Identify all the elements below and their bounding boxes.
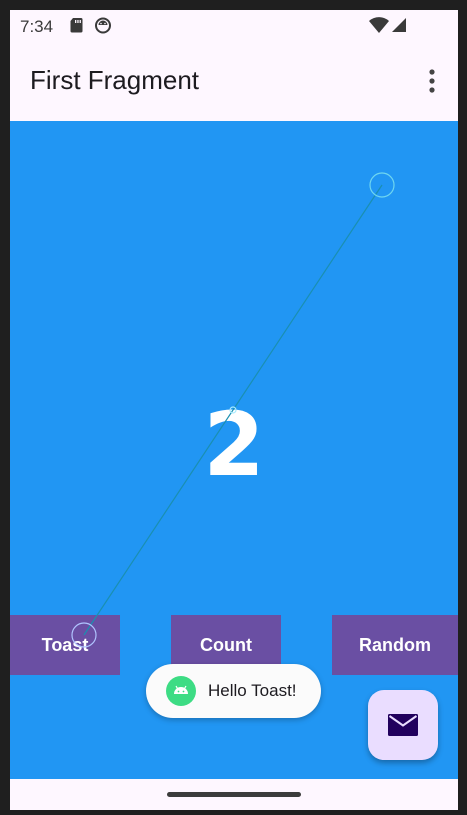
toast-message: Hello Toast!	[208, 681, 297, 700]
wifi-icon	[368, 16, 390, 34]
status-time: 7:34	[20, 17, 54, 36]
fragment-content: 2 Toast Count Random Hello Toast!	[10, 121, 458, 779]
random-button[interactable]: Random	[332, 615, 458, 675]
cellular-signal-icon	[390, 16, 408, 34]
toast-button[interactable]: Toast	[10, 615, 120, 675]
count-display: 2	[203, 393, 265, 496]
app-bar: First Fragment	[10, 43, 458, 121]
gesture-handle[interactable]	[167, 792, 301, 797]
sd-card-icon	[68, 16, 86, 34]
mail-icon	[388, 714, 418, 736]
status-bar: 7:34	[10, 10, 458, 43]
more-options-button[interactable]	[420, 63, 444, 99]
navigation-bar	[10, 779, 458, 810]
android-icon	[166, 676, 196, 706]
email-fab[interactable]	[368, 690, 438, 760]
android-debug-icon	[94, 16, 112, 34]
device-screen: 7:34 First Fragment 2 Toast Count Random…	[10, 10, 458, 810]
more-vert-icon	[429, 69, 435, 93]
app-title: First Fragment	[30, 65, 200, 95]
toast-popup: Hello Toast!	[146, 664, 321, 718]
